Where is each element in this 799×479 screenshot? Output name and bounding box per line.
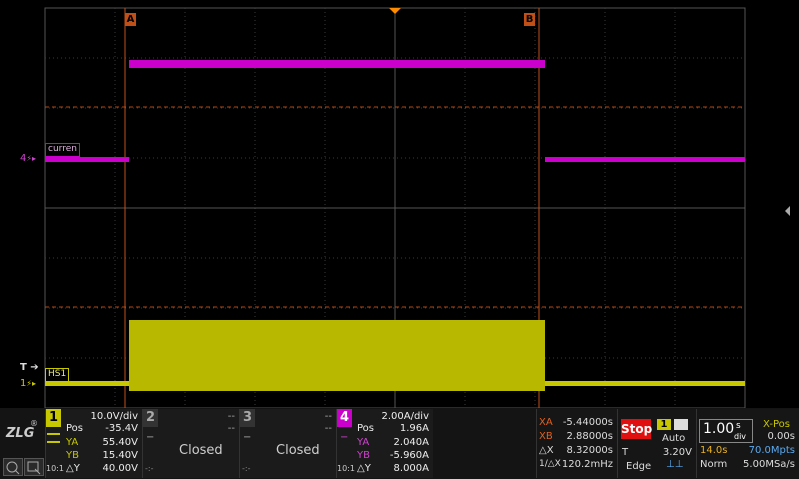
ch1-coupling-icon	[47, 433, 60, 443]
ch4-pos-value: 1.96A	[399, 423, 429, 434]
ch4-yb-label: YB	[357, 450, 370, 461]
ch1-ya-value: 55.40V	[102, 437, 138, 448]
scroll-right-icon	[785, 206, 790, 216]
ch3-state: Closed	[276, 443, 320, 458]
cursor-inv-value: 120.2mHz	[561, 459, 613, 470]
trigger-type[interactable]: Edge	[626, 461, 651, 472]
sample-rate: 5.00MSa/s	[743, 459, 795, 470]
ch1-ya-label: YA	[66, 437, 79, 448]
ch1-trace-low-right	[545, 381, 745, 386]
ch1-dy-label: △Y	[66, 463, 80, 474]
timebase-unit-bottom: div	[734, 432, 747, 441]
ch1-yb-value: 15.40V	[102, 450, 138, 461]
ch3-scale: --	[324, 411, 332, 422]
ch2-panel[interactable]: 2 -- -- − Closed -:-	[142, 409, 239, 478]
ch3-probe: -:-	[242, 464, 251, 473]
cursor-readout[interactable]: XA -5.44000s XB 2.88000s △X 8.32000s 1/△…	[536, 409, 617, 478]
cursor-xb-value: 2.88000s	[566, 431, 613, 442]
run-stop-button[interactable]: Stop	[621, 419, 652, 439]
ch4-label-tag: curren	[45, 143, 80, 157]
timebase-panel[interactable]: 1.00 s div X-Pos 0.00s 14.0s 70.0Mpts No…	[696, 409, 799, 478]
ch1-probe-ratio: 10:1	[46, 464, 64, 473]
screenshot-icon[interactable]	[24, 458, 44, 476]
ch1-panel[interactable]: 1 10.0V/div Pos -35.4V YA 55.40V YB 15.4…	[45, 409, 142, 478]
ch1-number[interactable]: 1	[46, 409, 61, 427]
ch4-ya-value: 2.040A	[393, 437, 429, 448]
ch1-level-marker[interactable]: 1⚡▸	[20, 378, 36, 389]
ch4-number[interactable]: 4	[337, 409, 352, 427]
trigger-level-label: T	[622, 447, 629, 458]
ch1-label-tag: HS1	[45, 368, 70, 382]
cursor-inv-label: 1/△X	[539, 459, 561, 469]
trigger-coupling-icon	[674, 419, 688, 430]
ch4-dy-value: 8.000A	[393, 463, 429, 474]
ch1-trace-burst	[129, 320, 545, 391]
edge-icon: ⊥⊥	[666, 459, 684, 470]
ch3-number[interactable]: 3	[240, 409, 255, 427]
ch4-dy-label: △Y	[357, 463, 371, 474]
oscilloscope-screen: A B curren HS1 4⚡▸ 1⚡▸ T ➔ ZLG ® 1 10.0V…	[0, 0, 799, 479]
zoom-icon[interactable]	[3, 458, 23, 476]
timebase-scale-value: 1.00	[703, 421, 735, 437]
ch4-coupling: −	[340, 432, 349, 443]
ch3-panel[interactable]: 3 -- -- − Closed -:-	[239, 409, 336, 478]
trigger-mode[interactable]: Auto	[662, 433, 685, 444]
memory-depth: 70.0Mpts	[748, 445, 795, 456]
ch4-trace-high	[129, 60, 545, 68]
ch4-trace-low-left	[45, 157, 129, 162]
ch1-pos-label: Pos	[66, 423, 84, 434]
ch1-yb-label: YB	[66, 450, 79, 461]
cursor-b-tag[interactable]: B	[524, 13, 535, 26]
ch2-pos: --	[227, 423, 235, 434]
ch3-pos: --	[324, 423, 332, 434]
ch3-coupling: −	[243, 432, 252, 443]
ch2-scale: --	[227, 411, 235, 422]
ch2-coupling: −	[146, 432, 155, 443]
cursor-a-tag[interactable]: A	[125, 13, 136, 26]
ch4-probe-ratio: 10:1	[337, 464, 355, 473]
trigger-level-value: 3.20V	[662, 447, 692, 458]
cursor-xa-value: -5.44000s	[562, 417, 613, 428]
trigger-source[interactable]: 1	[657, 419, 671, 430]
ch4-pos-label: Pos	[357, 423, 375, 434]
ch1-scale: 10.0V/div	[90, 411, 138, 422]
waveform-display[interactable]	[0, 0, 799, 408]
ch2-probe: -:-	[145, 464, 154, 473]
acquire-mode[interactable]: Norm	[700, 459, 727, 470]
timebase-scale-box[interactable]: 1.00 s div	[699, 419, 753, 443]
trigger-panel[interactable]: Stop 1 Auto T 3.20V Edge ⊥⊥	[617, 409, 696, 478]
ch4-trace-low-right	[545, 157, 745, 162]
cursor-dx-value: 8.32000s	[566, 445, 613, 456]
xpos-value: 0.00s	[767, 431, 795, 442]
ch4-level-marker[interactable]: 4⚡▸	[20, 153, 36, 164]
ch4-panel[interactable]: 4 2.00A/div Pos 1.96A YA 2.040A YB -5.96…	[336, 409, 433, 478]
ch2-state: Closed	[179, 443, 223, 458]
ch1-pos-value: -35.4V	[105, 423, 138, 434]
ch4-scale: 2.00A/div	[381, 411, 429, 422]
trigger-level-marker[interactable]: T ➔	[20, 362, 39, 373]
xpos-label: X-Pos	[763, 419, 790, 430]
ch4-ya-label: YA	[357, 437, 370, 448]
registered-icon: ®	[30, 419, 38, 428]
ch4-yb-value: -5.960A	[389, 450, 429, 461]
record-length: 14.0s	[700, 445, 728, 456]
ch1-dy-value: 40.00V	[102, 463, 138, 474]
ch2-number[interactable]: 2	[143, 409, 158, 427]
